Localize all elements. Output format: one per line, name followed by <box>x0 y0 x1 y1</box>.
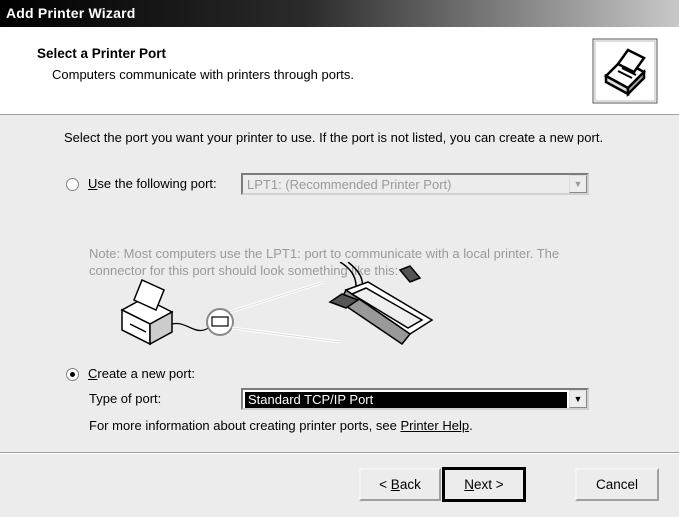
parallel-port-illustration <box>110 261 490 362</box>
type-of-port-label: Type of port: <box>89 391 162 406</box>
radio-selected-dot <box>70 372 75 377</box>
cancel-button[interactable]: Cancel <box>575 468 659 501</box>
page-title: Select a Printer Port <box>37 46 167 61</box>
chevron-down-icon[interactable]: ▼ <box>569 390 587 408</box>
intro-text: Select the port you want your printer to… <box>64 130 604 145</box>
use-port-label[interactable]: Use the following port: <box>88 176 217 191</box>
back-rest: ack <box>399 477 421 492</box>
create-port-mnemonic: C <box>88 366 98 381</box>
window-title: Add Printer Wizard <box>6 5 136 21</box>
cancel-label: Cancel <box>595 477 639 492</box>
existing-port-value: LPT1: (Recommended Printer Port) <box>247 177 452 192</box>
create-port-label[interactable]: Create a new port: <box>88 366 195 381</box>
use-port-label-rest: se the following port: <box>97 176 217 191</box>
wizard-header: Select a Printer Port Computers communic… <box>0 27 679 115</box>
help-text-prefix: For more information about creating prin… <box>89 418 401 433</box>
port-type-dropdown[interactable]: Standard TCP/IP Port ▼ <box>241 388 589 410</box>
next-mnemonic: N <box>464 477 475 492</box>
printer-icon <box>592 38 658 104</box>
footer-separator <box>0 452 679 454</box>
next-rest: ext > <box>474 477 504 492</box>
title-bar: Add Printer Wizard <box>0 0 679 27</box>
create-port-radio[interactable] <box>66 368 79 381</box>
help-text: For more information about creating prin… <box>89 418 473 433</box>
back-lt: < <box>379 477 391 492</box>
next-button[interactable]: Next > <box>442 467 526 502</box>
back-button[interactable]: < Back <box>359 468 441 501</box>
use-port-mnemonic: U <box>88 176 98 191</box>
use-port-radio[interactable] <box>66 178 79 191</box>
help-text-period: . <box>469 418 473 433</box>
parallel-connector-icon <box>328 261 434 346</box>
chevron-down-icon[interactable]: ▼ <box>569 175 587 193</box>
page-subtitle: Computers communicate with printers thro… <box>52 67 355 82</box>
printer-illustration-icon <box>120 278 174 346</box>
printer-help-link[interactable]: Printer Help <box>400 418 469 433</box>
existing-port-dropdown[interactable]: LPT1: (Recommended Printer Port) ▼ <box>241 173 589 195</box>
back-mnemonic: B <box>390 477 400 492</box>
port-type-value: Standard TCP/IP Port <box>245 392 567 408</box>
create-port-label-rest: reate a new port: <box>97 366 195 381</box>
